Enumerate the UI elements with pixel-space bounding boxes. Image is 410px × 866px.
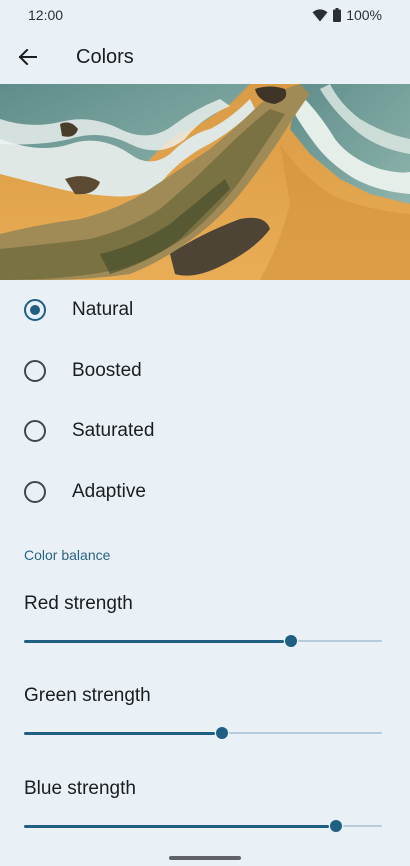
section-header-color-balance: Color balance — [24, 547, 111, 563]
color-mode-label: Boosted — [72, 359, 142, 381]
slider-inactive-track — [228, 732, 382, 734]
color-mode-label: Natural — [72, 299, 134, 321]
status-time: 12:00 — [28, 7, 64, 23]
back-button[interactable] — [0, 30, 56, 84]
green-strength-slider[interactable] — [24, 727, 382, 739]
battery-percent: 100% — [346, 7, 382, 23]
battery-icon — [333, 8, 342, 22]
slider-label: Blue strength — [24, 778, 136, 799]
status-bar: 12:00 100% — [0, 0, 410, 30]
color-mode-label: Saturated — [72, 420, 155, 442]
top-app-bar: Colors — [0, 30, 410, 84]
color-mode-natural[interactable]: Natural — [0, 280, 410, 341]
radio-button-selected[interactable] — [24, 299, 46, 322]
radio-button[interactable] — [24, 359, 46, 382]
color-mode-saturated[interactable]: Saturated — [0, 401, 410, 462]
color-mode-adaptive[interactable]: Adaptive — [0, 462, 410, 523]
wifi-icon — [312, 8, 328, 21]
radio-button[interactable] — [24, 480, 46, 503]
slider-inactive-track — [297, 640, 382, 642]
color-mode-radio-group: Natural Boosted Saturated Adaptive — [0, 280, 410, 522]
slider-inactive-track — [343, 825, 382, 827]
status-icons: 100% — [312, 7, 382, 23]
beach-aerial-illustration — [0, 84, 410, 280]
slider-active-track — [24, 639, 284, 643]
slider-label: Green strength — [24, 685, 151, 706]
slider-active-track — [24, 824, 330, 828]
page-title: Colors — [76, 45, 134, 68]
blue-strength-slider[interactable] — [24, 820, 382, 832]
slider-thumb[interactable] — [215, 727, 228, 739]
color-mode-boosted[interactable]: Boosted — [0, 341, 410, 402]
radio-button[interactable] — [24, 420, 46, 443]
color-mode-label: Adaptive — [72, 480, 146, 502]
gesture-navigation-bar[interactable] — [169, 856, 241, 860]
slider-thumb[interactable] — [330, 820, 343, 832]
arrow-back-icon — [19, 49, 37, 65]
red-strength-slider[interactable] — [24, 635, 382, 647]
slider-active-track — [24, 731, 215, 735]
slider-label: Red strength — [24, 593, 133, 614]
slider-thumb[interactable] — [284, 635, 297, 647]
hero-image — [0, 84, 410, 280]
